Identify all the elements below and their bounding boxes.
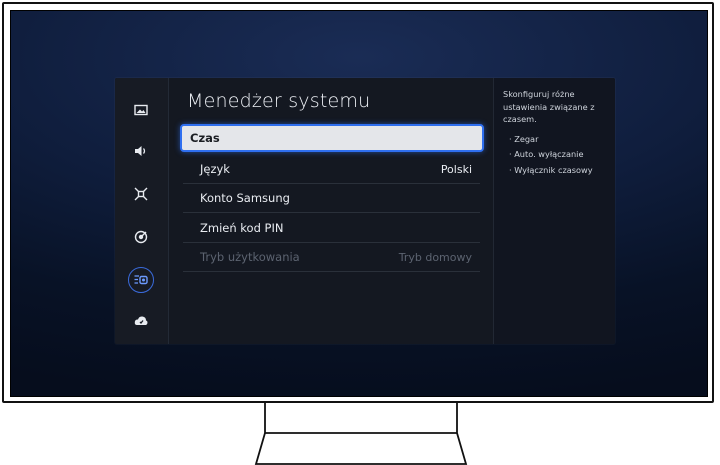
tv-screen: Menedżer systemu Czas Język Polski Konto… xyxy=(10,10,708,397)
sound-icon[interactable] xyxy=(128,138,154,164)
settings-main: Menedżer systemu Czas Język Polski Konto… xyxy=(175,78,491,344)
info-panel: Skonfiguruj różne ustawienia związane z … xyxy=(493,78,615,344)
menu-item-label: Czas xyxy=(190,131,220,145)
info-description: Skonfiguruj różne ustawienia związane z … xyxy=(503,89,595,124)
menu-item-label: Konto Samsung xyxy=(200,191,290,205)
menu-item-value: Tryb domowy xyxy=(398,250,472,264)
page-title: Menedżer systemu xyxy=(187,90,371,112)
menu-item-label: Tryb użytkowania xyxy=(200,250,300,264)
menu-item-label: Zmień kod PIN xyxy=(200,221,284,235)
menu-item-change-pin[interactable]: Zmień kod PIN xyxy=(183,214,480,243)
connection-icon[interactable] xyxy=(128,181,154,207)
menu-item-label: Język xyxy=(200,162,230,176)
menu-item-samsung-account[interactable]: Konto Samsung xyxy=(183,184,480,213)
menu-item-language[interactable]: Język Polski xyxy=(183,155,480,184)
info-bullet-list: · Zegar · Auto. wyłączanie · Wyłącznik c… xyxy=(503,133,609,177)
picture-icon[interactable] xyxy=(128,97,154,123)
tv-stand xyxy=(254,403,468,465)
system-manager-icon[interactable] xyxy=(128,267,154,293)
tv-frame: Menedżer systemu Czas Język Polski Konto… xyxy=(2,2,714,403)
settings-sidebar xyxy=(115,78,169,344)
menu-item-value: Polski xyxy=(440,162,472,176)
broadcast-icon[interactable] xyxy=(128,224,154,250)
menu-item-time[interactable]: Czas xyxy=(180,124,484,152)
info-bullet: · Auto. wyłączanie xyxy=(509,149,584,159)
info-bullet: · Zegar xyxy=(509,133,539,144)
settings-panel: Menedżer systemu Czas Język Polski Konto… xyxy=(115,78,615,344)
menu-item-usage-mode: Tryb użytkowania Tryb domowy xyxy=(183,243,480,272)
support-icon[interactable] xyxy=(128,308,154,334)
info-bullet: · Wyłącznik czasowy xyxy=(509,164,593,175)
